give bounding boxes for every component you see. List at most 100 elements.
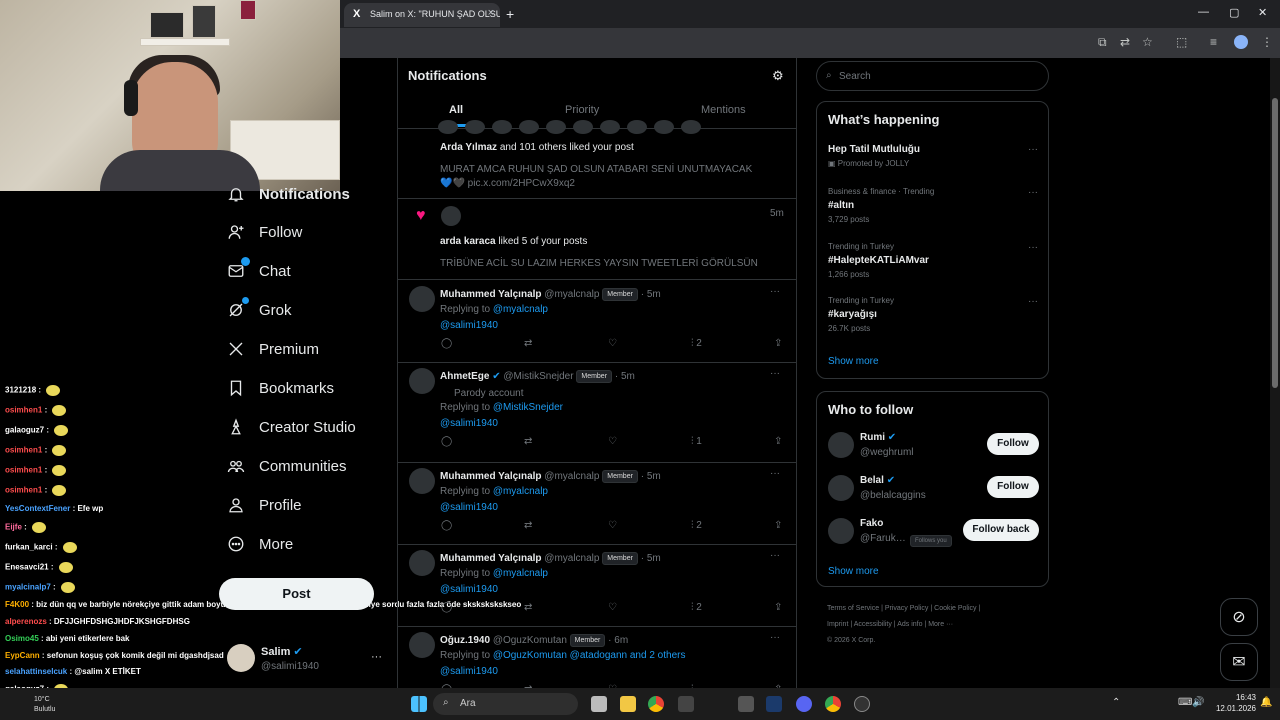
- reply-body[interactable]: @salimi1940: [440, 320, 498, 331]
- mention-link[interactable]: @myalcnalp: [493, 568, 548, 579]
- like-icon[interactable]: ♡: [608, 436, 617, 447]
- views-counter[interactable]: ⫶ 2: [691, 338, 702, 349]
- translate-icon[interactable]: ⇄: [1120, 35, 1130, 49]
- follow-suggestion[interactable]: Fako @Faruk… Follows you Follow back: [817, 516, 1050, 556]
- table-row[interactable]: Muhammed Yalçınalp @myalcnalp Member · 5…: [398, 280, 796, 362]
- share-icon[interactable]: ⇪: [774, 602, 782, 613]
- author-name[interactable]: Oğuz.1940: [440, 635, 490, 646]
- views-counter[interactable]: ⫶ 1: [691, 436, 702, 447]
- share-icon[interactable]: ⇪: [774, 338, 782, 349]
- grok-float-button[interactable]: ⊘: [1220, 598, 1258, 636]
- repost-icon[interactable]: ⇄: [524, 436, 532, 447]
- like-icon[interactable]: ♡: [608, 602, 617, 613]
- post-button[interactable]: Post: [219, 578, 374, 610]
- tab-close-icon[interactable]: ×: [488, 7, 494, 19]
- more-icon[interactable]: ···: [770, 550, 780, 561]
- profile-avatar-icon[interactable]: [1234, 35, 1248, 49]
- follow-suggestion[interactable]: Rumi ✔ @weghruml Follow: [817, 430, 1050, 470]
- footer-link[interactable]: More ···: [928, 621, 953, 628]
- footer-link[interactable]: Accessibility: [854, 621, 892, 628]
- author-name[interactable]: AhmetEge: [440, 371, 489, 382]
- mention-link[interactable]: @myalcnalp: [493, 304, 548, 315]
- repost-icon[interactable]: ⇄: [524, 602, 532, 613]
- sidebar-item-bookmarks[interactable]: Bookmarks: [226, 374, 334, 402]
- menu-icon[interactable]: ⋮: [1261, 35, 1273, 49]
- show-more-link[interactable]: Show more: [828, 566, 879, 577]
- cast-icon[interactable]: ⧉: [1098, 35, 1107, 50]
- sidebar-item-creator-studio[interactable]: Creator Studio: [226, 413, 356, 441]
- task-view-icon[interactable]: [591, 696, 607, 712]
- follow-button[interactable]: Follow: [987, 433, 1039, 455]
- more-icon[interactable]: ···: [1028, 144, 1038, 155]
- windows-start-icon[interactable]: [411, 696, 427, 712]
- repost-icon[interactable]: ⇄: [524, 338, 532, 349]
- author-name[interactable]: Muhammed Yalçınalp: [440, 289, 542, 300]
- author-name[interactable]: Muhammed Yalçınalp: [440, 553, 542, 564]
- volume-icon[interactable]: 🔊: [1192, 697, 1204, 708]
- follow-button[interactable]: Follow back: [963, 519, 1039, 541]
- mention-link[interactable]: @MistikSnejder: [493, 402, 563, 413]
- sidebar-item-premium[interactable]: Premium: [226, 335, 319, 363]
- reply-body[interactable]: @salimi1940: [440, 418, 498, 429]
- footer-link[interactable]: Ads info: [897, 621, 922, 628]
- table-row[interactable]: Oğuz.1940 @OguzKomutan Member · 6m ··· Rep…: [398, 626, 796, 688]
- sidebar-item-chat[interactable]: Chat: [226, 257, 291, 285]
- table-row[interactable]: AhmetEge ✔ @MistikSnejder Member · 5m ···…: [398, 362, 796, 447]
- media-icon[interactable]: ≡: [1210, 35, 1217, 49]
- trend-item[interactable]: Business & finance · Trending #altın 3,729…: [828, 187, 1038, 237]
- reply-body[interactable]: @salimi1940: [440, 584, 498, 595]
- weather-widget[interactable]: 10°C Bulutlu: [8, 692, 63, 718]
- sidebar-item-communities[interactable]: Communities: [226, 452, 347, 480]
- scrollbar-thumb[interactable]: [1272, 98, 1278, 388]
- reply-body[interactable]: @salimi1940: [440, 666, 498, 677]
- mention-link[interactable]: @myalcnalp: [493, 486, 548, 497]
- sidebar-item-follow[interactable]: Follow: [226, 218, 302, 246]
- new-tab-button[interactable]: +: [506, 6, 514, 22]
- follow-button[interactable]: Follow: [987, 476, 1039, 498]
- app-icon[interactable]: [738, 696, 754, 712]
- sidebar-item-notifications[interactable]: Notifications: [226, 180, 350, 208]
- mention-link[interactable]: @OguzKomutan @atadogann and 2 others: [493, 650, 686, 661]
- network-icon[interactable]: ⌨: [1178, 697, 1192, 708]
- maximize-button[interactable]: ▢: [1229, 6, 1239, 19]
- share-icon[interactable]: ⇪: [774, 436, 782, 447]
- tray-chevron-icon[interactable]: ⌃: [1112, 697, 1120, 708]
- search-input[interactable]: ⌕ Search: [816, 61, 1049, 91]
- taskbar-search[interactable]: ⌕ Ara: [433, 693, 578, 715]
- minimize-button[interactable]: —: [1198, 6, 1209, 18]
- obs-icon[interactable]: [854, 696, 870, 712]
- like-icon[interactable]: ♡: [608, 338, 617, 349]
- footer-link[interactable]: Privacy Policy: [885, 605, 929, 612]
- star-icon[interactable]: ☆: [1142, 35, 1153, 49]
- chrome-icon[interactable]: [648, 696, 664, 712]
- gear-icon[interactable]: ⚙: [772, 68, 784, 84]
- sidebar-item-grok[interactable]: Grok: [226, 296, 292, 324]
- reply-icon[interactable]: ◯: [441, 520, 452, 531]
- app-icon[interactable]: [678, 696, 694, 712]
- follow-suggestion[interactable]: Belal ✔ @belalcaggins Follow: [817, 473, 1050, 513]
- footer-link[interactable]: Imprint: [827, 621, 848, 628]
- more-icon[interactable]: ···: [1028, 242, 1038, 253]
- reply-icon[interactable]: ◯: [441, 338, 452, 349]
- table-row[interactable]: Muhammed Yalçınalp @myalcnalp Member · 5…: [398, 462, 796, 544]
- tab-priority[interactable]: Priority: [565, 104, 599, 116]
- more-icon[interactable]: ···: [770, 286, 780, 297]
- scrollbar[interactable]: [1270, 58, 1280, 688]
- more-icon[interactable]: ···: [770, 368, 780, 379]
- account-switcher[interactable]: Salim ✔ @salimi1940 ···: [223, 640, 393, 680]
- author-name[interactable]: Muhammed Yalçınalp: [440, 471, 542, 482]
- reply-icon[interactable]: ◯: [441, 436, 452, 447]
- list-item[interactable]: ♥ 5m arda karaca liked 5 of your posts T…: [398, 198, 796, 278]
- more-icon[interactable]: ···: [770, 632, 780, 643]
- footer-link[interactable]: Terms of Service: [827, 605, 879, 612]
- notification-center-icon[interactable]: 🔔: [1260, 697, 1272, 708]
- chrome-active-icon[interactable]: [825, 696, 841, 712]
- extensions-icon[interactable]: ⬚: [1176, 35, 1187, 49]
- clock[interactable]: 16:43 12.01.2026: [1208, 692, 1256, 714]
- more-icon[interactable]: ···: [1028, 296, 1038, 307]
- sidebar-item-profile[interactable]: Profile: [226, 491, 302, 519]
- show-more-link[interactable]: Show more: [828, 356, 879, 367]
- views-counter[interactable]: ⫶ 2: [691, 602, 702, 613]
- footer-link[interactable]: Cookie Policy: [934, 605, 976, 612]
- sidebar-item-more[interactable]: More: [226, 530, 293, 558]
